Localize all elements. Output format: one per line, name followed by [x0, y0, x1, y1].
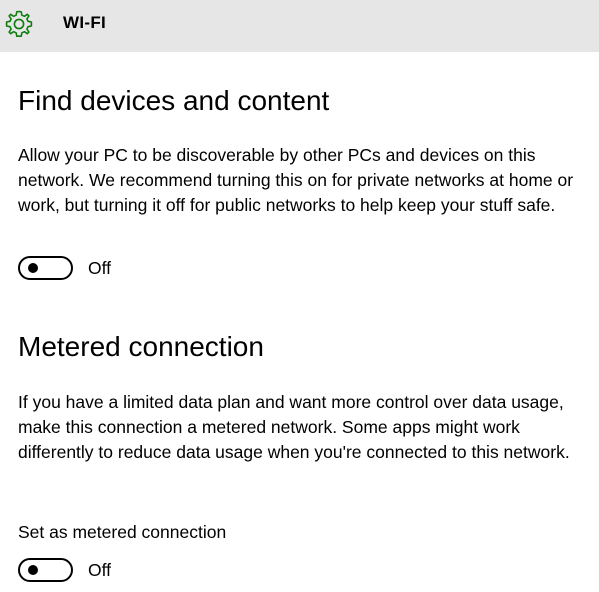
metered-toggle-state: Off: [88, 560, 112, 580]
page-title: WI-FI: [63, 13, 107, 32]
metered-connection-toggle[interactable]: [18, 558, 73, 582]
metered-description: If you have a limited data plan and want…: [18, 392, 570, 462]
metered-toggle-row: Off: [18, 558, 111, 582]
title-bar: WI-FI: [0, 0, 599, 52]
metered-setting-label: Set as metered connection: [18, 522, 227, 542]
find-devices-toggle-state: Off: [88, 258, 112, 278]
section-heading-metered-connection: Metered connection: [18, 331, 264, 362]
find-devices-toggle-row: Off: [18, 256, 111, 280]
gear-icon[interactable]: [3, 8, 35, 40]
toggle-knob: [28, 565, 38, 575]
toggle-knob: [28, 263, 38, 273]
find-devices-toggle[interactable]: [18, 256, 73, 280]
section-heading-find-devices: Find devices and content: [18, 85, 330, 116]
find-devices-description: Allow your PC to be discoverable by othe…: [18, 145, 574, 215]
